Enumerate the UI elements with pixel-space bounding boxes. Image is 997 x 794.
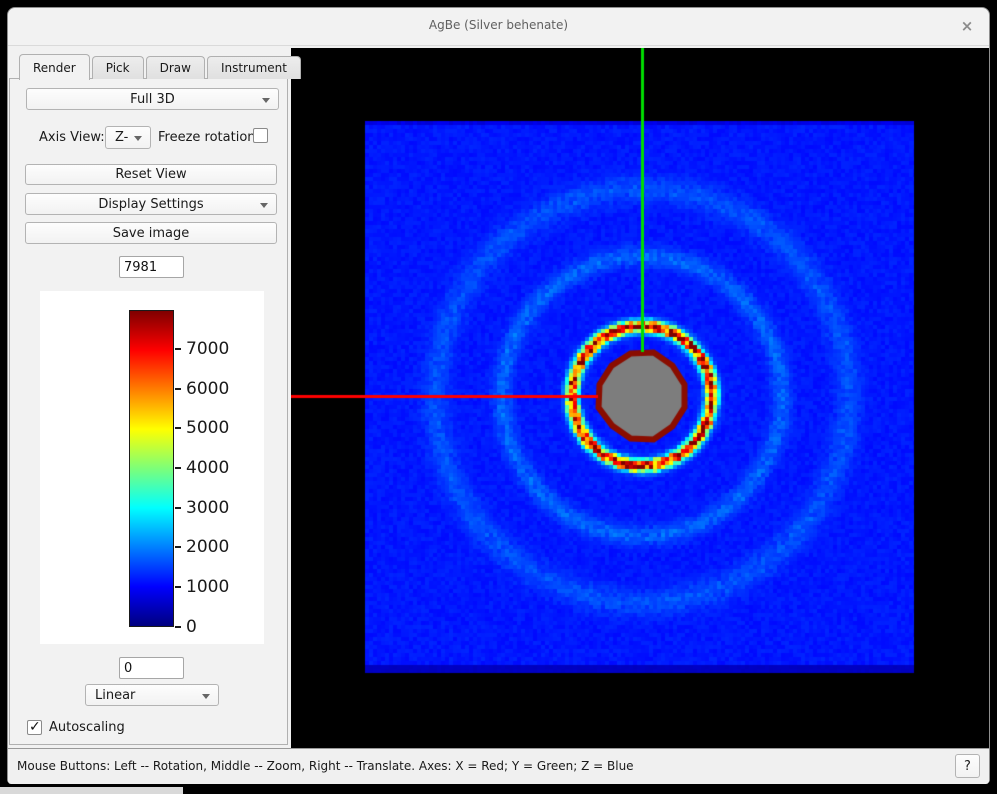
- colorbar-tickmark: [175, 348, 181, 350]
- colorbar-tick-label: 4000: [186, 457, 246, 479]
- axis-view-select[interactable]: Z-: [105, 126, 151, 149]
- colorbar-tick-label: 5000: [186, 417, 246, 439]
- display-settings-select[interactable]: Display Settings: [25, 193, 277, 215]
- save-image-label: Save image: [113, 226, 190, 241]
- tab-instrument[interactable]: Instrument: [207, 56, 301, 79]
- display-settings-label: Display Settings: [98, 197, 203, 212]
- colorbar-tickmark: [175, 626, 181, 628]
- reset-view-label: Reset View: [115, 167, 186, 182]
- colorbar-tick-label: 1000: [186, 576, 246, 598]
- window-title: AgBe (Silver behenate): [8, 18, 989, 32]
- freeze-rotation-checkbox[interactable]: [253, 128, 268, 143]
- close-button[interactable]: ×: [957, 16, 977, 36]
- min-value-input[interactable]: [119, 657, 184, 679]
- tab-render[interactable]: Render: [19, 54, 90, 80]
- detector-image-canvas[interactable]: [291, 48, 989, 748]
- freeze-rotation-label: Freeze rotation: [158, 130, 256, 145]
- titlebar[interactable]: AgBe (Silver behenate) ×: [8, 8, 989, 46]
- colorbar-tickmark: [175, 586, 181, 588]
- axis-view-value: Z-: [115, 130, 128, 145]
- render-mode-value: Full 3D: [130, 92, 175, 107]
- colorbar-tickmark: [175, 507, 181, 509]
- help-button[interactable]: ?: [955, 754, 980, 778]
- scale-value: Linear: [95, 688, 135, 703]
- scale-select[interactable]: Linear: [85, 684, 219, 706]
- statusbar: Mouse Buttons: Left -- Rotation, Middle …: [8, 748, 989, 784]
- colorbar-tick-label: 2000: [186, 536, 246, 558]
- help-label: ?: [964, 759, 971, 774]
- tab-pick[interactable]: Pick: [92, 56, 144, 79]
- app-window: AgBe (Silver behenate) × Render Pick Dra…: [7, 7, 990, 783]
- colorbar-tick-label: 6000: [186, 378, 246, 400]
- render-mode-select[interactable]: Full 3D: [26, 88, 279, 110]
- colorbar-gradient: [129, 310, 174, 627]
- render-tab-panel: Full 3D Axis View: Z- Freeze rotation Re…: [9, 78, 288, 745]
- colorbar-tick-label: 0: [186, 616, 246, 638]
- colorbar-figure: 7000 6000 5000 4000 3000 2000 1000 0: [40, 291, 264, 644]
- render-viewport[interactable]: [291, 48, 989, 748]
- save-image-button[interactable]: Save image: [25, 222, 277, 244]
- colorbar-tickmark: [175, 427, 181, 429]
- status-text: Mouse Buttons: Left -- Rotation, Middle …: [17, 759, 634, 773]
- axis-view-label: Axis View:: [39, 130, 105, 145]
- tab-draw[interactable]: Draw: [146, 56, 205, 79]
- max-value-input[interactable]: [119, 256, 184, 278]
- reset-view-button[interactable]: Reset View: [25, 164, 277, 185]
- taskbar-remnant: [0, 787, 183, 794]
- autoscaling-label: Autoscaling: [49, 720, 125, 735]
- colorbar-tickmark: [175, 388, 181, 390]
- autoscaling-checkbox[interactable]: [27, 720, 42, 735]
- colorbar-tickmark: [175, 546, 181, 548]
- tab-bar: Render Pick Draw Instrument: [19, 53, 303, 79]
- colorbar-tick-label: 3000: [186, 497, 246, 519]
- colorbar-tickmark: [175, 467, 181, 469]
- colorbar-tick-label: 7000: [186, 338, 246, 360]
